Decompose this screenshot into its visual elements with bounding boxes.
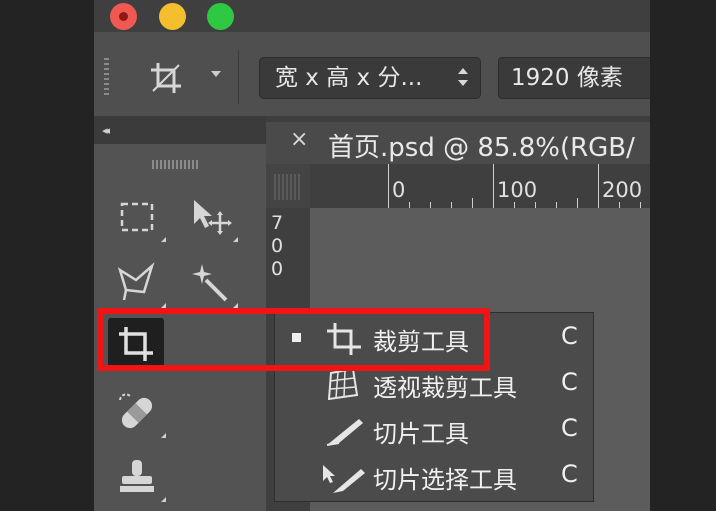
more-tools-indicator: [228, 303, 238, 308]
clone-stamp-icon[interactable]: [114, 454, 166, 502]
minimize-window-button[interactable]: [159, 3, 186, 30]
document-tab[interactable]: × 首页.psd @ 85.8%(RGB/: [266, 122, 650, 164]
move-icon[interactable]: [186, 194, 238, 242]
menu-item-slice-select-tool[interactable]: 切片选择工具 C: [275, 453, 593, 499]
tools-panel-grip[interactable]: [152, 160, 200, 169]
ruler-label: 7: [271, 212, 284, 234]
rectangular-marquee-icon[interactable]: [114, 194, 166, 242]
menu-item-label: 裁剪工具: [373, 328, 469, 356]
menu-item-crop-tool[interactable]: 裁剪工具 C: [275, 315, 593, 361]
title-bar: [94, 0, 650, 32]
crop-ratio-value: 宽 x 高 x 分...: [275, 65, 423, 91]
zoom-window-button[interactable]: [207, 3, 234, 30]
ruler-label: 0: [392, 178, 406, 202]
crop-icon: [119, 327, 153, 361]
crop-tools-flyout-menu: 裁剪工具 C 透视裁剪工具 C 切片工具 C 切片选择工具 C: [274, 312, 594, 502]
collapse-panel-icon[interactable]: ◂◂: [102, 124, 110, 137]
menu-item-shortcut: C: [561, 368, 578, 396]
ruler-origin[interactable]: [266, 164, 310, 208]
slice-select-icon: [323, 459, 365, 495]
tools-panel-header: ◂◂: [94, 116, 266, 144]
perspective-crop-icon: [323, 367, 365, 403]
magic-wand-icon[interactable]: [186, 260, 238, 308]
more-tools-indicator: [156, 237, 166, 242]
crop-ratio-select[interactable]: 宽 x 高 x 分...: [259, 57, 481, 99]
menu-item-shortcut: C: [561, 322, 578, 350]
close-window-button[interactable]: [110, 3, 137, 30]
slice-icon: [323, 413, 365, 449]
menu-item-shortcut: C: [561, 414, 578, 442]
menu-item-slice-tool[interactable]: 切片工具 C: [275, 407, 593, 453]
ruler-label: 0: [271, 235, 284, 257]
ruler-label: 0: [271, 258, 284, 280]
document-tab-title: 首页.psd @ 85.8%(RGB/: [328, 133, 635, 163]
document-tab-bar: × 首页.psd @ 85.8%(RGB/: [266, 116, 650, 164]
close-tab-icon[interactable]: ×: [290, 127, 308, 152]
polygonal-lasso-icon[interactable]: [114, 260, 166, 308]
more-tools-indicator: [156, 433, 166, 438]
menu-item-perspective-crop-tool[interactable]: 透视裁剪工具 C: [275, 361, 593, 407]
options-bar-grip[interactable]: [104, 58, 109, 98]
spot-healing-icon[interactable]: [114, 390, 166, 438]
ruler-label: 200: [602, 178, 643, 202]
menu-item-label: 切片工具: [373, 420, 469, 448]
ruler-label: 100: [497, 178, 538, 202]
menu-item-label: 透视裁剪工具: [373, 374, 517, 402]
crop-tool-button[interactable]: [108, 318, 164, 370]
crop-icon[interactable]: [149, 61, 183, 95]
menu-item-shortcut: C: [561, 460, 578, 488]
more-tools-indicator: [156, 497, 166, 502]
more-tools-indicator: [228, 237, 238, 242]
tool-preset-dropdown[interactable]: [211, 71, 221, 77]
select-arrows-icon: [458, 66, 468, 90]
photoshop-window: 宽 x 高 x 分... 1920 像素 ◂◂ × 首页.psd @ 85.8%…: [94, 0, 650, 511]
tools-panel: [94, 144, 266, 511]
options-separator: [238, 50, 239, 104]
menu-item-label: 切片选择工具: [373, 466, 517, 494]
selected-indicator: [292, 333, 301, 342]
crop-icon: [323, 321, 365, 357]
horizontal-ruler[interactable]: 0 100 200: [310, 164, 650, 208]
crop-width-input[interactable]: 1920 像素: [498, 57, 650, 99]
more-tools-indicator: [156, 303, 166, 308]
